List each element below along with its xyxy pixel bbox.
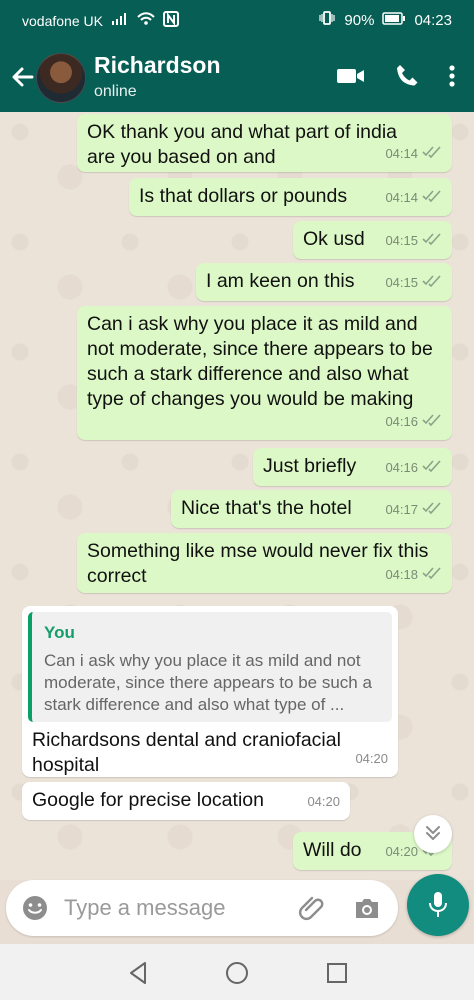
android-navigation-bar <box>0 944 474 1000</box>
message-time: 04:20 <box>385 844 418 859</box>
message-meta: 04:18 <box>385 562 442 587</box>
recents-square-icon[interactable] <box>320 956 354 990</box>
emoji-icon[interactable] <box>20 893 50 928</box>
vibrate-icon <box>318 11 336 29</box>
message-meta: 04:20 <box>307 789 340 814</box>
message-bubble[interactable]: Just briefly 04:16 <box>253 448 452 486</box>
message-time: 04:16 <box>385 414 418 429</box>
video-call-icon[interactable] <box>336 65 366 92</box>
status-bar: vodafone UK 90% 04:23 <box>0 0 474 40</box>
double-check-icon <box>422 497 442 522</box>
message-time: 04:20 <box>307 794 340 809</box>
message-text: Richardsons dental and craniofacial hosp… <box>32 729 341 776</box>
message-meta: 04:14 <box>385 141 442 166</box>
more-vertical-icon[interactable] <box>448 64 456 93</box>
quote-author: You <box>44 623 75 642</box>
message-text: Something like mse would never fix this … <box>87 540 429 587</box>
battery-icon <box>382 11 406 29</box>
scroll-to-bottom-button[interactable] <box>414 815 452 853</box>
microphone-icon <box>426 890 450 925</box>
message-meta: 04:16 <box>385 455 442 480</box>
double-chevron-down-icon <box>424 824 442 847</box>
message-text: OK thank you and what part of india are … <box>87 121 398 168</box>
message-bubble[interactable]: You Can i ask why you place it as mild a… <box>22 606 398 777</box>
chat-area[interactable]: OK thank you and what part of india are … <box>0 112 474 880</box>
message-time: 04:17 <box>385 502 418 517</box>
message-time: 04:16 <box>385 460 418 475</box>
camera-icon[interactable] <box>352 893 382 928</box>
message-time: 04:15 <box>385 233 418 248</box>
message-text: Google for precise location <box>32 789 264 811</box>
quote-text: Can i ask why you place it as mild and n… <box>44 651 372 714</box>
message-bubble[interactable]: Can i ask why you place it as mild and n… <box>77 306 452 440</box>
message-time: 04:15 <box>385 275 418 290</box>
back-arrow-icon[interactable] <box>8 62 38 92</box>
contact-name[interactable]: Richardson <box>94 52 221 79</box>
message-text: Can i ask why you place it as mild and n… <box>87 313 433 410</box>
message-time: 04:14 <box>385 190 418 205</box>
battery-label: 90% <box>344 11 375 29</box>
double-check-icon <box>422 185 442 210</box>
double-check-icon <box>422 562 442 587</box>
back-triangle-icon[interactable] <box>122 956 156 990</box>
message-meta: 04:14 <box>385 185 442 210</box>
contact-status: online <box>94 83 137 100</box>
double-check-icon <box>422 141 442 166</box>
phone-icon[interactable] <box>394 63 420 94</box>
home-circle-icon[interactable] <box>220 956 254 990</box>
message-bubble[interactable]: Ok usd 04:15 <box>293 221 452 259</box>
carrier-label: vodafone UK <box>22 12 103 29</box>
message-bubble[interactable]: Something like mse would never fix this … <box>77 533 452 593</box>
double-check-icon <box>422 228 442 253</box>
status-left: vodafone UK <box>22 11 179 30</box>
message-time: 04:14 <box>385 146 418 161</box>
double-check-icon <box>422 270 442 295</box>
avatar[interactable] <box>36 53 86 103</box>
signal-icon <box>111 12 129 29</box>
message-time: 04:20 <box>355 751 388 766</box>
double-check-icon <box>422 409 442 434</box>
message-meta: 04:20 <box>355 746 388 771</box>
message-bubble[interactable]: Is that dollars or pounds 04:14 <box>129 178 452 216</box>
message-bubble[interactable]: Nice that's the hotel 04:17 <box>171 490 452 528</box>
header-actions <box>336 63 456 94</box>
message-composer[interactable]: Type a message <box>6 880 398 936</box>
chat-header: Richardson online <box>0 40 474 112</box>
message-meta: 04:16 <box>385 409 442 434</box>
quoted-reply[interactable]: You Can i ask why you place it as mild a… <box>28 612 392 722</box>
message-meta: 04:15 <box>385 228 442 253</box>
voice-record-button[interactable] <box>407 874 469 936</box>
message-meta: 04:15 <box>385 270 442 295</box>
status-right: 90% 04:23 <box>318 11 452 29</box>
time-label: 04:23 <box>414 11 452 29</box>
attachment-icon[interactable] <box>297 894 327 929</box>
message-meta: 04:17 <box>385 497 442 522</box>
message-time: 04:18 <box>385 567 418 582</box>
message-bubble[interactable]: OK thank you and what part of india are … <box>77 114 452 172</box>
message-bubble[interactable]: I am keen on this 04:15 <box>196 263 452 301</box>
message-bubble[interactable]: Google for precise location 04:20 <box>22 782 350 820</box>
wifi-icon <box>137 12 155 29</box>
double-check-icon <box>422 455 442 480</box>
nfc-icon <box>162 11 179 30</box>
message-input[interactable]: Type a message <box>64 895 225 921</box>
